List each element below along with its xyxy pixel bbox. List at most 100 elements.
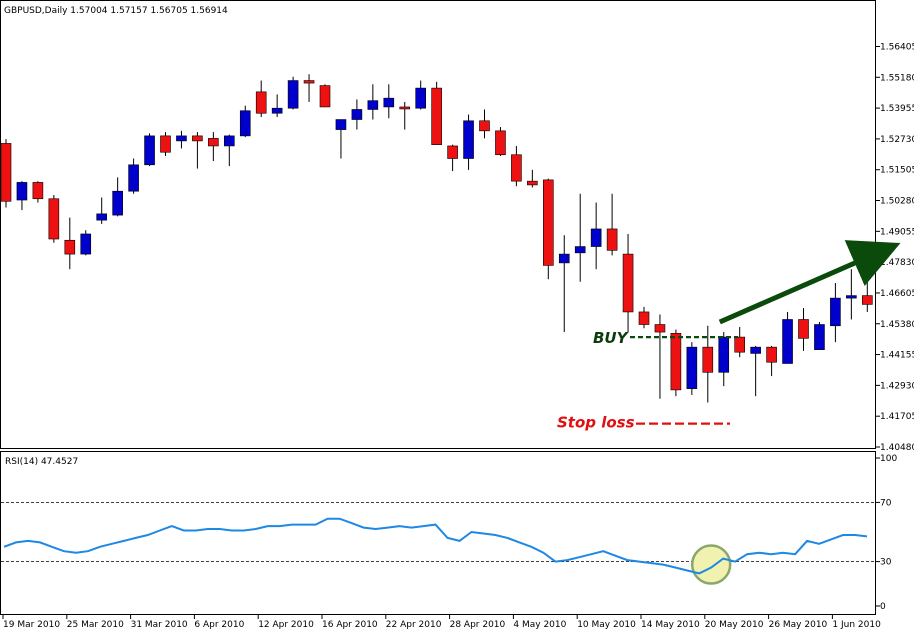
- bear-candle-body: [766, 346, 777, 363]
- x-tick-label: 12 Apr 2010: [258, 620, 314, 630]
- bear-candle-body: [0, 143, 12, 202]
- bear-candle-body: [798, 319, 809, 339]
- chart-canvas: GBPUSD,Daily 1.57004 1.57157 1.56705 1.5…: [0, 0, 914, 630]
- bear-candle-body: [160, 135, 171, 153]
- bear-candle-body: [527, 180, 538, 186]
- bear-candle-body: [670, 333, 682, 391]
- candle: [782, 311, 793, 364]
- y-tick-label: 1.50280: [880, 197, 914, 207]
- bull-candle-body: [144, 135, 155, 166]
- bear-candle-body: [303, 80, 315, 84]
- bull-candle-body: [830, 297, 841, 327]
- bull-candle-body: [558, 253, 570, 264]
- bear-candle-body: [32, 182, 44, 200]
- bull-candle-body: [224, 135, 235, 147]
- bull-candle-body: [80, 233, 92, 255]
- rsi-highlight-circle: [690, 544, 732, 585]
- y-tick-label: 1.40480: [880, 443, 914, 453]
- y-tick-label: 1.46605: [880, 289, 914, 299]
- bear-candle-body: [208, 138, 219, 147]
- rsi-tick-label: 0: [880, 602, 886, 612]
- bear-candle-body: [511, 154, 522, 182]
- bull-candle-body: [383, 97, 395, 108]
- bull-candle-body: [351, 109, 363, 120]
- bull-candle-body: [718, 336, 730, 373]
- bull-candle-body: [176, 135, 187, 142]
- bull-candle-body: [367, 100, 379, 110]
- chart-window: GBPUSD,Daily 1.57004 1.57157 1.56705 1.5…: [0, 0, 914, 631]
- candle: [670, 329, 682, 397]
- bull-candle-body: [335, 119, 347, 130]
- bear-candle-body: [192, 135, 203, 142]
- rsi-tick-label: 70: [880, 498, 892, 508]
- y-tick-label: 1.49055: [880, 227, 914, 237]
- candle: [319, 84, 331, 108]
- x-tick-label: 1 Jun 2010: [832, 620, 881, 630]
- x-tick-label: 31 Mar 2010: [131, 620, 188, 630]
- bull-candle-body: [846, 295, 857, 299]
- bear-candle-body: [654, 324, 666, 333]
- y-tick-label: 1.53955: [880, 104, 914, 114]
- x-tick-label: 19 Mar 2010: [3, 620, 60, 630]
- bull-candle-body: [271, 107, 283, 114]
- bull-candle-body: [590, 228, 602, 247]
- y-tick-label: 1.51505: [880, 166, 914, 176]
- x-tick-label: 25 Mar 2010: [67, 620, 124, 630]
- stop-loss-label: Stop loss: [557, 414, 635, 432]
- y-tick-label: 1.47830: [880, 258, 914, 268]
- candle: [686, 342, 698, 395]
- bull-candle-body: [239, 110, 251, 137]
- bull-candle-body: [574, 246, 586, 254]
- bull-candle-body: [112, 190, 123, 216]
- y-tick-label: 1.45380: [880, 320, 914, 330]
- buy-label: BUY: [593, 329, 630, 347]
- bull-candle-body: [415, 87, 427, 109]
- x-tick-label: 16 Apr 2010: [322, 620, 378, 630]
- bear-candle-body: [64, 239, 76, 255]
- x-tick-label: 22 Apr 2010: [386, 620, 442, 630]
- x-tick-label: 26 May 2010: [769, 620, 828, 630]
- candle: [144, 133, 155, 167]
- x-tick-label: 20 May 2010: [705, 620, 764, 630]
- rsi-tick-label: 30: [880, 558, 892, 568]
- candle: [542, 178, 554, 280]
- y-tick-label: 1.52730: [880, 135, 914, 145]
- bear-candle-body: [702, 346, 714, 373]
- bear-candle-body: [638, 311, 650, 325]
- y-tick-label: 1.41705: [880, 412, 914, 422]
- rsi-panel-frame: [0, 451, 876, 615]
- x-tick-label: 4 May 2010: [513, 620, 566, 630]
- bear-candle-body: [255, 91, 267, 114]
- bull-candle-body: [782, 319, 793, 364]
- y-tick-label: 1.44155: [880, 351, 914, 361]
- bull-candle-body: [463, 120, 474, 159]
- bear-candle-body: [861, 295, 873, 305]
- bear-candle-body: [622, 253, 634, 313]
- bear-candle-body: [319, 85, 331, 108]
- bull-candle-body: [96, 213, 107, 221]
- candle: [48, 194, 60, 243]
- bull-candle-body: [128, 164, 139, 192]
- bull-candle-body: [814, 324, 825, 350]
- bear-candle-body: [734, 336, 746, 353]
- bull-candle-body: [750, 346, 761, 354]
- main-header: GBPUSD,Daily 1.57004 1.57157 1.56705 1.5…: [4, 6, 228, 16]
- y-tick-label: 1.42930: [880, 381, 914, 391]
- bull-candle-body: [287, 80, 299, 109]
- candle: [80, 230, 92, 256]
- bull-candle-body: [16, 182, 28, 201]
- bear-candle-body: [399, 106, 411, 110]
- bear-candle-body: [447, 145, 458, 159]
- candle: [495, 127, 506, 157]
- rsi-tick-label: 100: [880, 454, 897, 464]
- x-tick-label: 10 May 2010: [577, 620, 636, 630]
- rsi-header: RSI(14) 47.4527: [5, 457, 78, 467]
- candle: [431, 81, 442, 145]
- candle: [814, 321, 825, 350]
- x-tick-label: 6 Apr 2010: [194, 620, 244, 630]
- candle: [0, 139, 12, 208]
- main-panel-frame: [0, 0, 876, 449]
- bear-candle-body: [431, 87, 442, 145]
- candle: [287, 76, 299, 110]
- y-tick-label: 1.56405: [880, 42, 914, 52]
